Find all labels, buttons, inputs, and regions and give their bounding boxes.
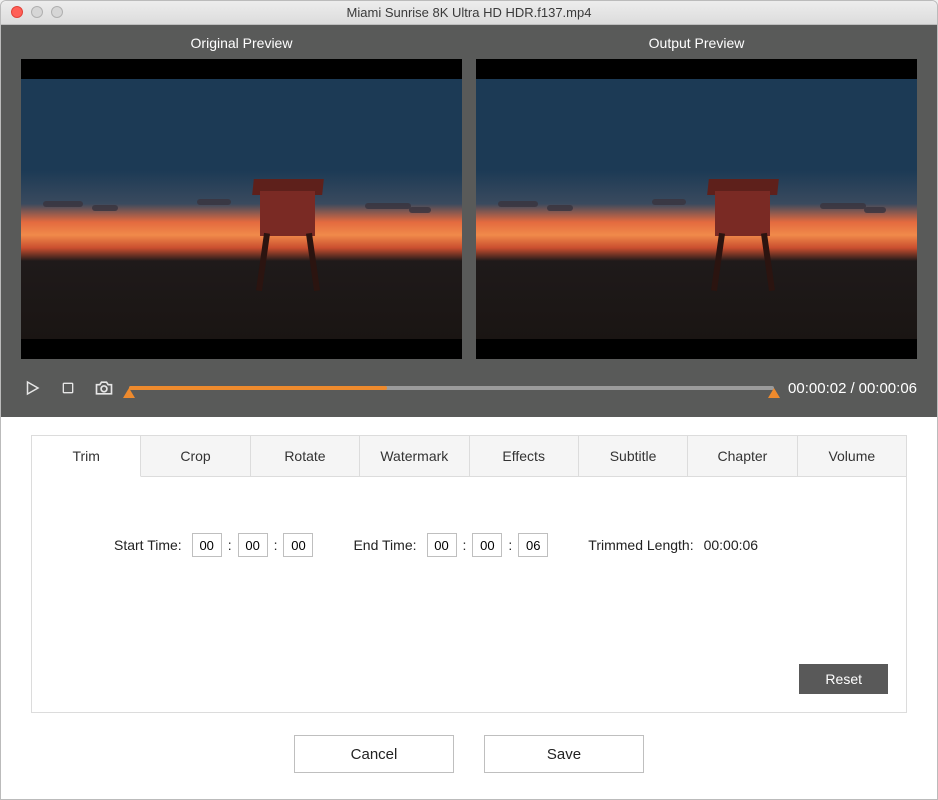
end-hh-input[interactable] [427, 533, 457, 557]
window-title: Miami Sunrise 8K Ultra HD HDR.f137.mp4 [347, 5, 592, 20]
snapshot-button[interactable] [93, 377, 115, 399]
trimmed-length-value: 00:00:06 [704, 537, 759, 553]
original-preview-label: Original Preview [191, 35, 293, 51]
titlebar: Miami Sunrise 8K Ultra HD HDR.f137.mp4 [1, 1, 937, 25]
end-ss-input[interactable] [518, 533, 548, 557]
trim-panel: Start Time: : : End Time: : : Trimmed Le… [31, 477, 907, 713]
tab-watermark[interactable]: Watermark [360, 436, 469, 476]
start-hh-input[interactable] [192, 533, 222, 557]
editor-tabs-area: Trim Crop Rotate Watermark Effects Subti… [1, 417, 937, 713]
reset-button[interactable]: Reset [799, 664, 888, 694]
trimmed-length-label: Trimmed Length: [588, 537, 693, 553]
stop-button[interactable] [57, 377, 79, 399]
tab-rotate[interactable]: Rotate [251, 436, 360, 476]
start-mm-input[interactable] [238, 533, 268, 557]
end-time-label: End Time: [353, 537, 416, 553]
tab-crop[interactable]: Crop [141, 436, 250, 476]
tab-chapter[interactable]: Chapter [688, 436, 797, 476]
tabs-bar: Trim Crop Rotate Watermark Effects Subti… [31, 435, 907, 477]
minimize-window-button[interactable] [31, 6, 43, 18]
tab-trim[interactable]: Trim [32, 436, 141, 477]
start-time-label: Start Time: [114, 537, 182, 553]
output-preview-label: Output Preview [649, 35, 745, 51]
preview-area: Original Preview Output Preview [1, 25, 937, 417]
zoom-window-button[interactable] [51, 6, 63, 18]
timecode-display: 00:00:02/00:00:06 [788, 380, 917, 397]
dialog-footer: Cancel Save [1, 713, 937, 799]
save-button[interactable]: Save [484, 735, 644, 773]
slider-progress-fill [129, 386, 387, 390]
tab-volume[interactable]: Volume [798, 436, 906, 476]
editor-window: Miami Sunrise 8K Ultra HD HDR.f137.mp4 O… [0, 0, 938, 800]
play-button[interactable] [21, 377, 43, 399]
output-preview [476, 59, 917, 359]
window-controls [11, 6, 63, 18]
cancel-button[interactable]: Cancel [294, 735, 454, 773]
original-preview [21, 59, 462, 359]
playback-controls: 00:00:02/00:00:06 [21, 373, 917, 403]
tab-subtitle[interactable]: Subtitle [579, 436, 688, 476]
tab-effects[interactable]: Effects [470, 436, 579, 476]
end-mm-input[interactable] [472, 533, 502, 557]
trim-slider[interactable] [129, 373, 774, 403]
current-time: 00:00:02 [788, 380, 846, 397]
start-ss-input[interactable] [283, 533, 313, 557]
total-time: 00:00:06 [859, 380, 917, 397]
close-window-button[interactable] [11, 6, 23, 18]
